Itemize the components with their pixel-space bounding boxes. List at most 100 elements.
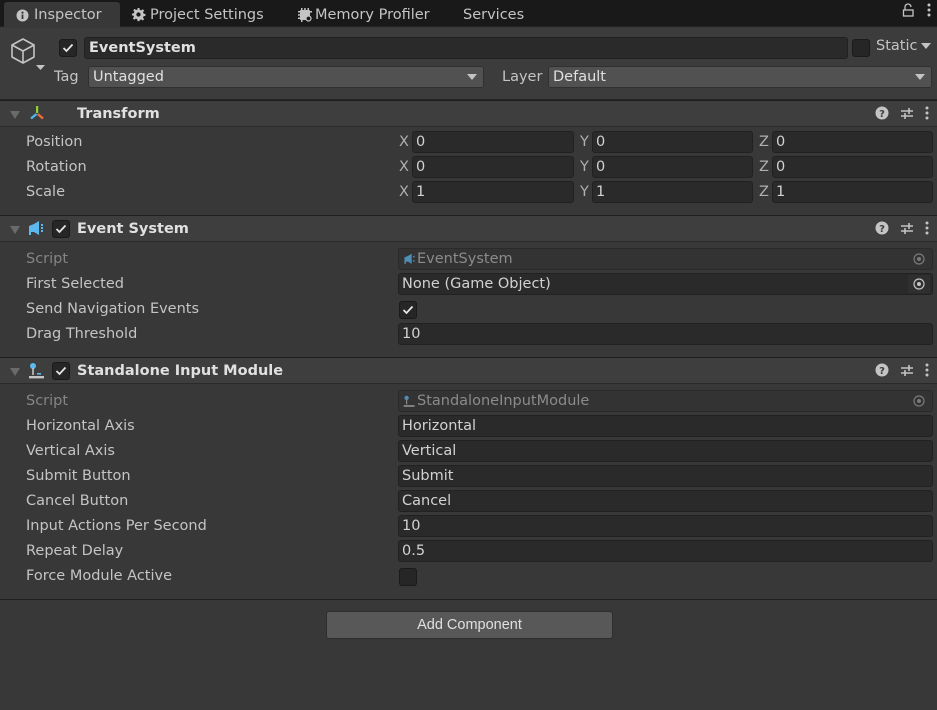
standalone-input-enabled-checkbox[interactable] — [52, 362, 70, 380]
tab-memory-profiler[interactable]: Memory Profiler — [297, 2, 430, 27]
rotation-z-input[interactable]: 0 — [772, 156, 933, 178]
layer-dropdown[interactable]: Default — [548, 66, 932, 88]
caret-down-icon — [467, 74, 477, 80]
svg-text:?: ? — [879, 224, 885, 235]
component-title: Transform — [77, 106, 160, 122]
gameobject-icon[interactable] — [8, 36, 46, 74]
cancel-button-input[interactable]: Cancel — [398, 490, 933, 512]
presets-icon[interactable] — [900, 221, 914, 239]
component-title: Standalone Input Module — [77, 363, 284, 379]
tab-label: Services — [463, 6, 525, 23]
chip-icon — [297, 7, 313, 23]
more-vert-icon[interactable] — [925, 363, 929, 381]
send-navigation-events-checkbox[interactable] — [399, 301, 417, 319]
check-icon — [55, 224, 67, 234]
transform-icon — [28, 105, 46, 123]
scale-y-input[interactable]: 1 — [592, 181, 753, 203]
script-field[interactable]: StandaloneInputModule — [398, 390, 933, 412]
info-icon — [14, 7, 30, 23]
event-system-header[interactable]: Event System ? — [0, 215, 937, 242]
vertical-axis-input[interactable]: Vertical — [398, 440, 933, 462]
tab-inspector[interactable]: Inspector — [4, 2, 120, 28]
vertical-axis-label: Vertical Axis — [26, 443, 115, 459]
script-label: Script — [26, 251, 69, 267]
add-component-button[interactable]: Add Component — [326, 611, 613, 639]
axis-y-label[interactable]: Y — [580, 159, 589, 175]
axis-z-label[interactable]: Z — [759, 184, 769, 200]
position-label: Position — [26, 134, 83, 150]
gameobject-header: EventSystem Static Tag Untagged Layer De… — [0, 28, 937, 100]
axis-x-label[interactable]: X — [399, 159, 409, 175]
drag-threshold-input[interactable]: 10 — [398, 323, 933, 345]
first-selected-label: First Selected — [26, 276, 124, 292]
static-label: Static — [876, 38, 918, 54]
gear-icon — [130, 7, 146, 23]
object-picker-icon[interactable] — [908, 275, 930, 293]
transform-header[interactable]: Transform ? — [0, 100, 937, 127]
more-vert-icon[interactable] — [925, 106, 929, 124]
active-checkbox[interactable] — [59, 39, 77, 57]
help-icon[interactable]: ? — [875, 221, 889, 239]
axis-y-label[interactable]: Y — [580, 134, 589, 150]
position-z-input[interactable]: 0 — [772, 131, 933, 153]
check-icon — [55, 366, 67, 376]
tab-project-settings[interactable]: Project Settings — [130, 2, 264, 27]
help-icon[interactable]: ? — [875, 363, 889, 381]
force-module-active-checkbox[interactable] — [399, 568, 417, 586]
repeat-delay-input[interactable]: 0.5 — [398, 540, 933, 562]
event-system-icon — [27, 220, 45, 238]
horizontal-axis-input[interactable]: Horizontal — [398, 415, 933, 437]
standalone-input-module-header[interactable]: Standalone Input Module ? — [0, 357, 937, 384]
first-selected-value: None (Game Object) — [402, 276, 551, 292]
submit-button-input[interactable]: Submit — [398, 465, 933, 487]
position-y-input[interactable]: 0 — [592, 131, 753, 153]
foldout-arrow-icon[interactable] — [10, 226, 20, 234]
object-picker-icon[interactable] — [908, 392, 930, 410]
axis-x-label[interactable]: X — [399, 134, 409, 150]
foldout-arrow-icon[interactable] — [10, 111, 20, 119]
drag-threshold-label: Drag Threshold — [26, 326, 138, 342]
static-checkbox[interactable] — [852, 39, 870, 57]
submit-button-label: Submit Button — [26, 468, 131, 484]
repeat-delay-label: Repeat Delay — [26, 543, 124, 559]
tag-label: Tag — [54, 69, 79, 85]
event-system-icon — [403, 252, 416, 269]
scale-x-input[interactable]: 1 — [412, 181, 574, 203]
tab-label: Memory Profiler — [315, 6, 430, 23]
rotation-y-input[interactable]: 0 — [592, 156, 753, 178]
first-selected-field[interactable]: None (Game Object) — [398, 273, 933, 295]
axis-z-label[interactable]: Z — [759, 159, 769, 175]
more-vert-icon[interactable] — [927, 3, 931, 21]
script-field[interactable]: EventSystem — [398, 248, 933, 270]
help-icon[interactable]: ? — [875, 106, 889, 124]
presets-icon[interactable] — [900, 106, 914, 124]
object-name-input[interactable]: EventSystem — [84, 37, 848, 59]
axis-y-label[interactable]: Y — [580, 184, 589, 200]
rotation-x-input[interactable]: 0 — [412, 156, 574, 178]
axis-x-label[interactable]: X — [399, 184, 409, 200]
presets-icon[interactable] — [900, 363, 914, 381]
input-actions-per-second-input[interactable]: 10 — [398, 515, 933, 537]
event-system-enabled-checkbox[interactable] — [52, 220, 70, 238]
svg-text:?: ? — [879, 109, 885, 120]
divider — [0, 599, 937, 600]
svg-text:?: ? — [879, 366, 885, 377]
foldout-arrow-icon[interactable] — [10, 368, 20, 376]
caret-down-icon — [915, 74, 925, 80]
force-module-active-label: Force Module Active — [26, 568, 173, 584]
horizontal-axis-label: Horizontal Axis — [26, 418, 135, 434]
scale-z-input[interactable]: 1 — [772, 181, 933, 203]
tab-services[interactable]: Services — [463, 2, 524, 27]
axis-z-label[interactable]: Z — [759, 134, 769, 150]
input-actions-per-second-label: Input Actions Per Second — [26, 518, 207, 534]
more-vert-icon[interactable] — [925, 221, 929, 239]
lock-icon[interactable] — [902, 3, 915, 21]
check-icon — [402, 305, 414, 315]
static-dropdown[interactable]: Static — [876, 38, 932, 54]
position-x-input[interactable]: 0 — [412, 131, 574, 153]
tab-label: Inspector — [34, 7, 102, 23]
script-label: Script — [26, 393, 69, 409]
tag-dropdown[interactable]: Untagged — [88, 66, 484, 88]
scale-label: Scale — [26, 184, 66, 200]
object-picker-icon[interactable] — [908, 250, 930, 268]
